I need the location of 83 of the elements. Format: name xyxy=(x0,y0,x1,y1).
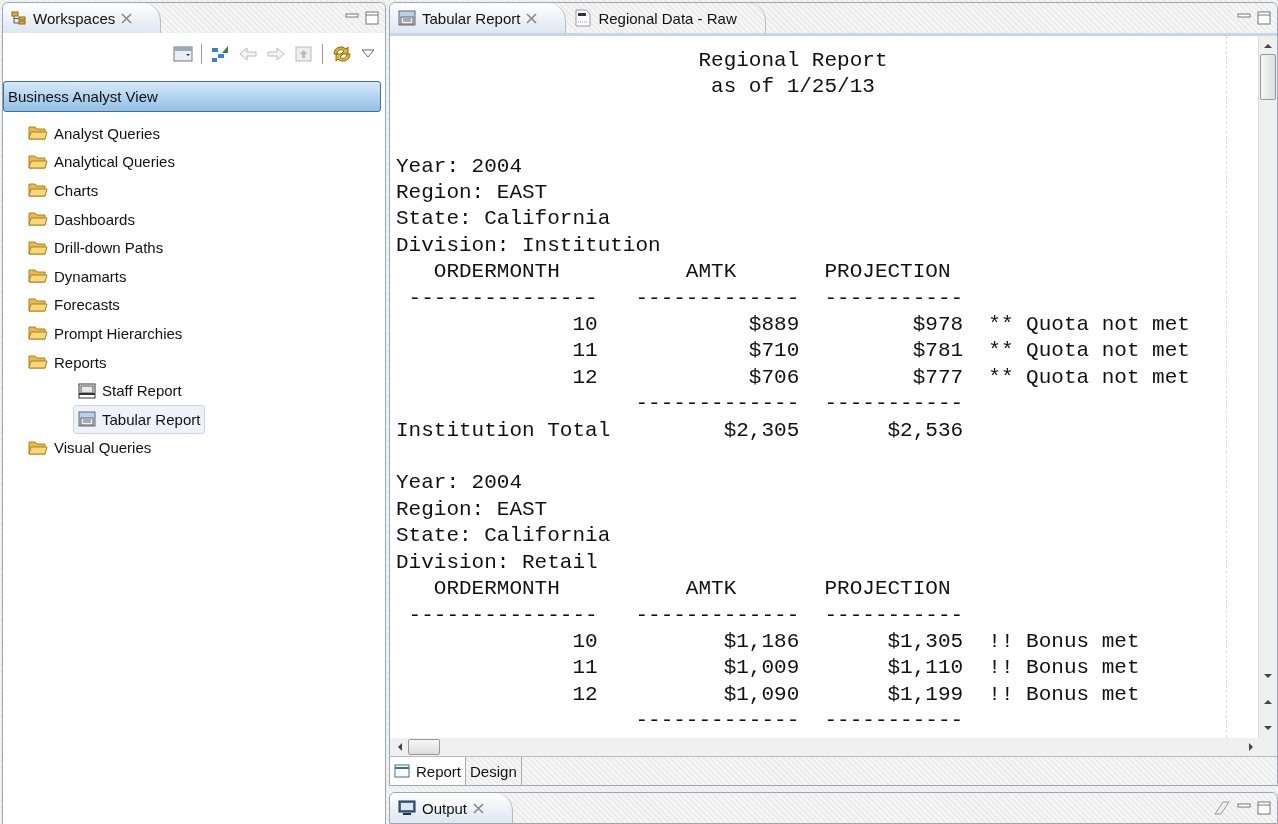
maximize-icon[interactable] xyxy=(365,11,379,25)
scroll-thumb[interactable] xyxy=(408,739,440,755)
maximize-icon[interactable] xyxy=(1257,11,1271,25)
close-icon[interactable] xyxy=(526,12,538,24)
tree-item[interactable]: Dashboards xyxy=(3,204,140,234)
up-folder-icon[interactable] xyxy=(294,45,314,63)
scroll-down-icon[interactable] xyxy=(1263,724,1273,732)
dropdown-icon[interactable] xyxy=(361,49,375,59)
report-line: Institution Total $2,305 $2,536 xyxy=(396,417,964,444)
editor-tab[interactable]: Tabular Report xyxy=(390,3,567,33)
report-line: ORDERMONTH AMTK PROJECTION xyxy=(432,576,951,603)
scroll-right-icon[interactable] xyxy=(1247,742,1255,752)
workspaces-tab[interactable]: Workspaces xyxy=(3,3,162,33)
report-title: Regional Report xyxy=(697,48,888,74)
folder-icon xyxy=(28,125,48,142)
report-line: 10 $1,186 $1,305 !! Bonus met xyxy=(571,628,1140,655)
report-icon xyxy=(78,382,96,399)
tree-item[interactable]: Dynamarts xyxy=(3,261,132,291)
scroll-down-icon[interactable] xyxy=(1263,672,1273,680)
output-tab[interactable]: Output xyxy=(390,793,514,823)
hierarchy-icon xyxy=(11,11,27,25)
report-line: Region: EAST xyxy=(396,496,548,523)
maximize-icon[interactable] xyxy=(1257,801,1271,815)
report-line: ------------- ----------- xyxy=(634,391,964,418)
tree-link-icon[interactable] xyxy=(210,45,230,63)
folder-icon xyxy=(28,182,48,199)
vertical-scrollbar[interactable] xyxy=(1258,36,1277,738)
report-line: Year: 2004 xyxy=(396,470,523,497)
scroll-thumb[interactable] xyxy=(1260,54,1276,100)
report-line: 12 $706 $777 ** Quota not met xyxy=(571,364,1190,391)
page-tab[interactable]: Design xyxy=(466,757,522,785)
database-file-icon xyxy=(574,9,593,27)
sync-icon[interactable] xyxy=(331,44,353,64)
tree-item[interactable]: Reports xyxy=(3,347,112,377)
scroll-left-icon[interactable] xyxy=(396,742,404,752)
report-line: Region: EAST xyxy=(396,180,548,206)
report-line: 11 $1,009 $1,110 !! Bonus met xyxy=(571,655,1140,682)
table-report-icon xyxy=(78,411,96,428)
report-line: 11 $710 $781 ** Quota not met xyxy=(571,338,1190,365)
folder-icon xyxy=(28,239,48,256)
tree-item[interactable]: Analyst Queries xyxy=(3,119,165,148)
close-icon[interactable] xyxy=(473,802,485,814)
page-tab[interactable]: Report xyxy=(390,757,467,785)
tree-item[interactable]: Charts xyxy=(3,176,104,205)
tree-item[interactable]: Analytical Queries xyxy=(3,147,180,177)
tree-item[interactable]: Prompt Hierarchies xyxy=(3,319,188,348)
tree-item[interactable]: Forecasts xyxy=(3,290,125,320)
view-menu-icon[interactable] xyxy=(173,46,193,62)
report-line: Division: Institution xyxy=(396,232,661,259)
view-selector[interactable]: Business Analyst View xyxy=(3,81,381,112)
report-line: --------------- ------------- ----------- xyxy=(407,602,964,629)
folder-icon xyxy=(28,354,48,371)
tree-item[interactable]: Staff Report xyxy=(3,376,187,405)
report-line: ------------- ----------- xyxy=(634,708,964,735)
report-line: State: California xyxy=(396,523,611,550)
report-line: ORDERMONTH AMTK PROJECTION xyxy=(432,259,951,286)
folder-icon xyxy=(28,211,48,228)
tree-item[interactable]: Drill-down Paths xyxy=(3,233,169,262)
folder-icon xyxy=(28,296,48,313)
report-line: Division: Retail xyxy=(396,549,598,576)
horizontal-scrollbar[interactable] xyxy=(390,738,1277,756)
folder-icon xyxy=(28,153,48,170)
report-line: State: California xyxy=(396,206,611,233)
back-arrow-icon[interactable] xyxy=(238,46,258,62)
eraser-icon[interactable] xyxy=(1213,800,1231,816)
report-title: as of 1/25/13 xyxy=(710,74,875,101)
scroll-up-icon[interactable] xyxy=(1263,698,1273,706)
folder-icon xyxy=(28,268,48,285)
report-line: Year: 2004 xyxy=(396,153,523,180)
page-icon xyxy=(394,763,410,779)
tree-item[interactable]: Tabular Report xyxy=(73,404,206,434)
close-icon[interactable] xyxy=(121,12,133,24)
tree-item[interactable]: Visual Queries xyxy=(3,433,157,463)
forward-arrow-icon[interactable] xyxy=(266,46,286,62)
folder-icon xyxy=(28,325,48,342)
scroll-up-icon[interactable] xyxy=(1263,42,1273,50)
editor-tab[interactable]: Regional Data - Raw xyxy=(566,3,766,33)
report-line: 12 $1,090 $1,199 !! Bonus met xyxy=(571,681,1140,708)
folder-icon xyxy=(28,439,48,456)
table-report-icon xyxy=(398,10,416,26)
monitor-icon xyxy=(398,800,416,816)
report-line: --------------- ------------- ----------- xyxy=(407,285,964,312)
report-line: 10 $889 $978 ** Quota not met xyxy=(571,312,1190,339)
